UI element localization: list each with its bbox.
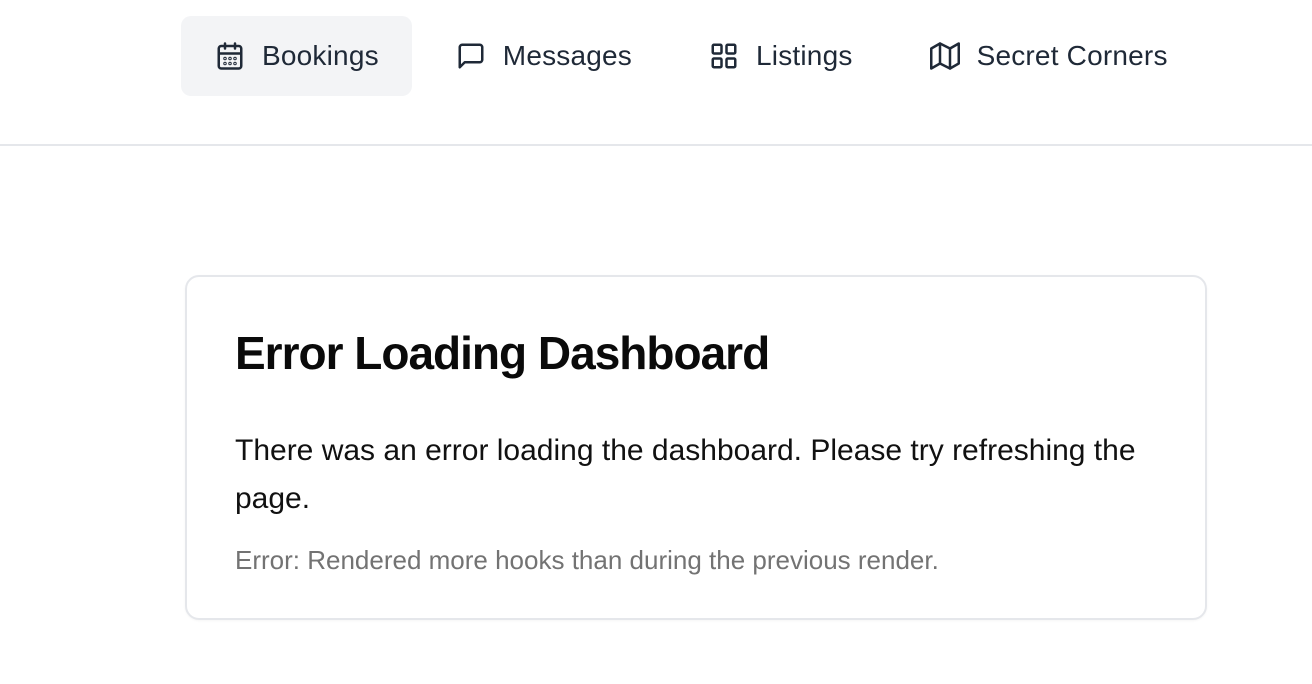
map-icon xyxy=(929,40,961,72)
grid-icon xyxy=(708,40,740,72)
nav-item-label: Bookings xyxy=(262,40,379,71)
nav-item-label: Listings xyxy=(756,40,853,71)
message-square-icon xyxy=(455,40,487,72)
nav-item-bookings[interactable]: Bookings xyxy=(181,16,412,96)
error-message: There was an error loading the dashboard… xyxy=(235,434,1136,515)
nav-item-label: Messages xyxy=(502,40,633,71)
error-card: Error Loading Dashboard There was an err… xyxy=(185,275,1207,620)
error-title: Error Loading Dashboard xyxy=(235,327,770,379)
main-nav: Bookings Messages Listings Secret Corner… xyxy=(181,16,1201,96)
nav-item-messages[interactable]: Messages xyxy=(422,16,665,96)
calendar-icon xyxy=(214,40,246,72)
nav-item-secret-corners[interactable]: Secret Corners xyxy=(896,16,1201,96)
top-navigation-bar: Bookings Messages Listings Secret Corner… xyxy=(0,0,1312,146)
error-detail: Error: Rendered more hooks than during t… xyxy=(235,545,939,575)
nav-item-label: Secret Corners xyxy=(976,40,1168,71)
nav-item-listings[interactable]: Listings xyxy=(675,16,886,96)
